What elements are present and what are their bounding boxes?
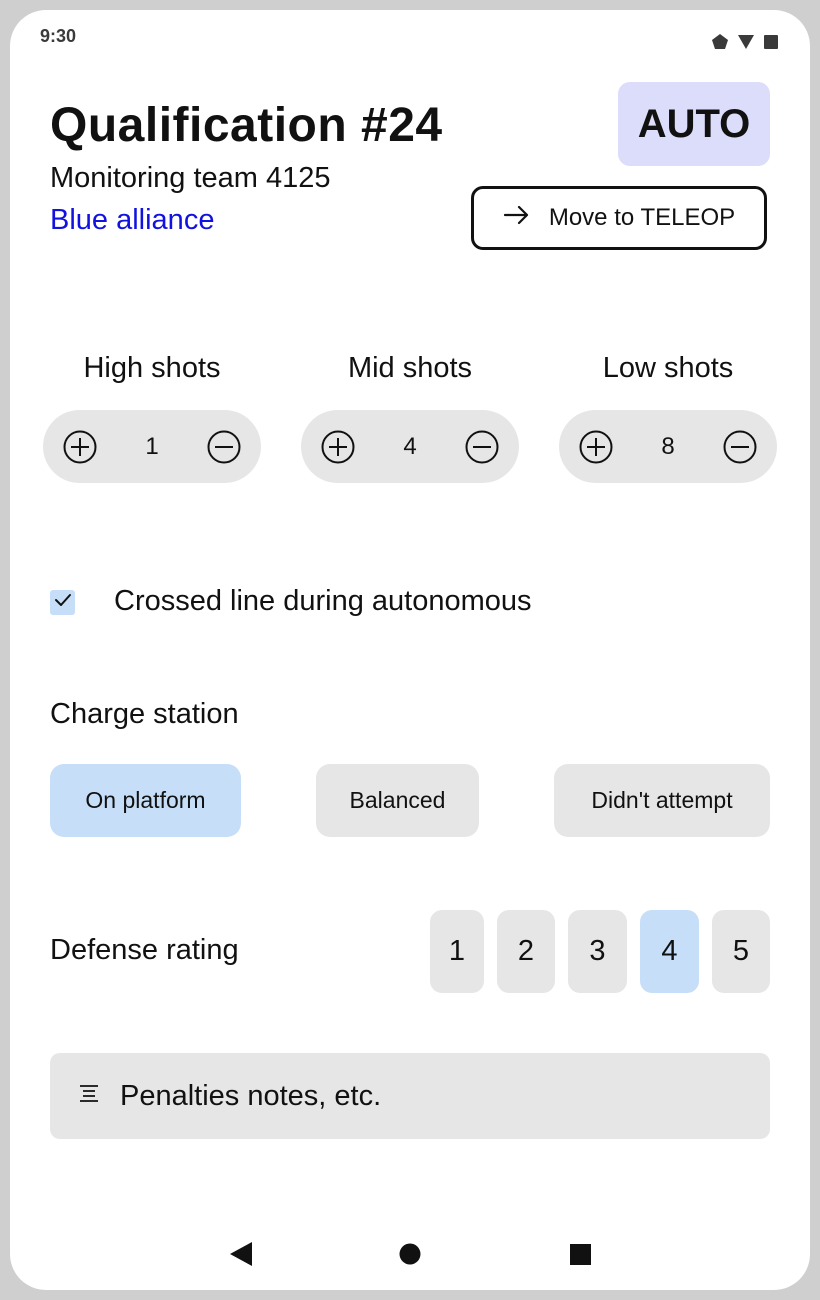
mid-shots-label: Mid shots	[347, 352, 473, 384]
mode-badge: AUTO	[618, 82, 770, 166]
minus-circle-icon[interactable]	[723, 430, 757, 464]
checkmark-icon	[54, 593, 72, 612]
high-shots-value: 1	[145, 432, 159, 460]
plus-circle-icon[interactable]	[321, 430, 355, 464]
status-icons	[712, 34, 778, 54]
battery-square-icon	[764, 34, 778, 54]
rating-option-1[interactable]: 1	[430, 910, 484, 993]
signal-pentagon-icon	[712, 34, 728, 54]
rating-option-5[interactable]: 5	[712, 910, 770, 993]
rating-option-4[interactable]: 4	[640, 910, 699, 993]
minus-circle-icon[interactable]	[465, 430, 499, 464]
screen: 9:30 Qualification #24 Monitoring team 4…	[10, 10, 810, 1290]
charge-option-balanced[interactable]: Balanced	[316, 764, 479, 837]
move-button-label: Move to TELEOP	[548, 204, 736, 231]
low-shots-label: Low shots	[602, 352, 734, 384]
charge-option-on-platform[interactable]: On platform	[50, 764, 241, 837]
charge-option-didnt-attempt[interactable]: Didn't attempt	[554, 764, 770, 837]
crossed-line-label: Crossed line during autonomous	[114, 585, 532, 617]
recents-icon[interactable]	[570, 1244, 591, 1270]
alliance-label: Blue alliance	[50, 204, 215, 236]
defense-rating-label: Defense rating	[50, 934, 239, 966]
charge-station-title: Charge station	[50, 698, 239, 730]
arrow-right-icon	[503, 204, 531, 232]
mid-shots-value: 4	[403, 432, 417, 460]
notes-lines-icon	[78, 1083, 100, 1110]
minus-circle-icon[interactable]	[207, 430, 241, 464]
move-to-teleop-button[interactable]: Move to TELEOP	[471, 186, 767, 250]
wifi-triangle-icon	[738, 34, 754, 54]
rating-option-2[interactable]: 2	[497, 910, 555, 993]
crossed-line-checkbox[interactable]	[50, 590, 75, 615]
team-subtitle: Monitoring team 4125	[50, 162, 331, 194]
low-shots-value: 8	[661, 432, 675, 460]
notes-field[interactable]: Penalties notes, etc.	[50, 1053, 770, 1139]
mid-shots-stepper: 4	[301, 410, 519, 483]
low-shots-stepper: 8	[559, 410, 777, 483]
notes-placeholder: Penalties notes, etc.	[120, 1079, 382, 1112]
plus-circle-icon[interactable]	[579, 430, 613, 464]
home-icon[interactable]	[399, 1243, 421, 1270]
rating-option-3[interactable]: 3	[568, 910, 627, 993]
navigation-bar	[10, 1242, 810, 1278]
high-shots-stepper: 1	[43, 410, 261, 483]
status-time: 9:30	[40, 26, 77, 46]
device-frame: 9:30 Qualification #24 Monitoring team 4…	[0, 0, 820, 1300]
page-title: Qualification #24	[50, 99, 443, 152]
high-shots-label: High shots	[83, 352, 221, 384]
plus-circle-icon[interactable]	[63, 430, 97, 464]
back-icon[interactable]	[230, 1242, 252, 1271]
